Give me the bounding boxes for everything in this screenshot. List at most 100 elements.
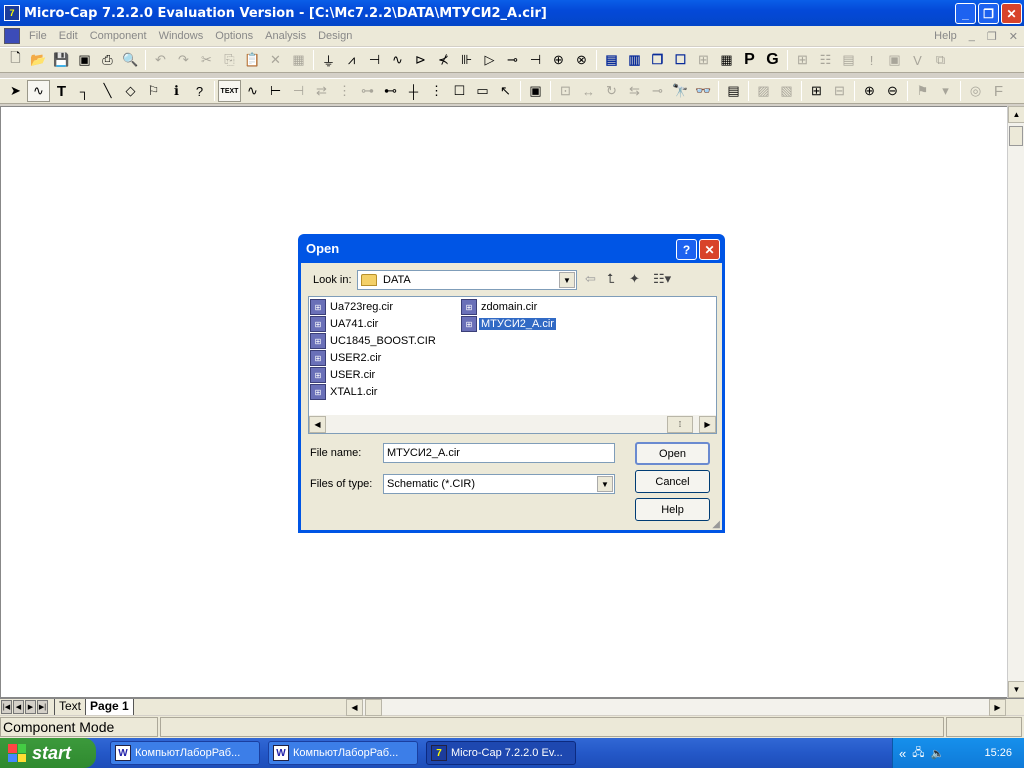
title-block-icon[interactable]: ▭ [471, 80, 494, 102]
chevron-down-icon[interactable]: ▼ [597, 476, 613, 492]
look-in-select[interactable]: DATA ▼ [357, 270, 577, 290]
box-icon[interactable]: ⊡ [554, 80, 577, 102]
open-folder-icon[interactable]: 📂 [27, 49, 50, 71]
view-menu-icon[interactable]: ☷▾ [653, 271, 671, 287]
cut-icon[interactable]: ✂ [195, 49, 218, 71]
vertical-scrollbar[interactable]: ▲ ▼ [1007, 106, 1024, 698]
last-page-button[interactable]: ▶| [37, 700, 48, 714]
up-folder-icon[interactable]: ⮤ [607, 271, 615, 287]
doc-close-button[interactable]: ✕ [1009, 30, 1018, 43]
parameters-icon[interactable]: ▤ [722, 80, 745, 102]
back-icon[interactable]: ▨ [752, 80, 775, 102]
list-item-selected[interactable]: ⊞ МТУСИ2_A.cir [461, 316, 556, 332]
scroll-right-icon[interactable]: ▶ [989, 698, 1006, 716]
list-item[interactable]: ⊞ USER.cir [310, 367, 377, 383]
network-icon[interactable]: 🖧 [912, 744, 924, 763]
taskbar-item-word-1[interactable]: W КомпьютЛаборРаб... [110, 741, 260, 765]
pin-icon[interactable]: ⊣ [524, 49, 547, 71]
find-icon[interactable]: 🔭 [669, 80, 692, 102]
front-icon[interactable]: ▧ [775, 80, 798, 102]
add-page-icon[interactable]: ⊞ [805, 80, 828, 102]
rotate-icon[interactable]: ↻ [600, 80, 623, 102]
cancel-button[interactable]: Cancel [635, 470, 710, 493]
zoom-in-icon[interactable]: ⊕ [858, 80, 881, 102]
menu-file[interactable]: File [23, 30, 53, 42]
info-tool-icon[interactable]: ℹ [165, 80, 188, 102]
save-icon[interactable]: 💾 [50, 49, 73, 71]
calculator-icon[interactable]: ▦ [715, 49, 738, 71]
border-icon[interactable]: ☐ [448, 80, 471, 102]
list-item[interactable]: ⊞ USER2.cir [310, 350, 383, 366]
new-file-icon[interactable]: 🗋 [4, 49, 27, 71]
vertical-scroll-thumb[interactable] [1009, 126, 1023, 146]
list-item[interactable]: ⊞ XTAL1.cir [310, 384, 379, 400]
menu-windows[interactable]: Windows [153, 30, 210, 42]
delete-icon[interactable]: ✕ [264, 49, 287, 71]
app-titlebar[interactable]: 7 Micro-Cap 7.2.2.0 Evaluation Version -… [0, 0, 1024, 26]
cascade-icon[interactable]: ❐ [646, 49, 669, 71]
menu-options[interactable]: Options [209, 30, 259, 42]
component-mode-icon[interactable]: ∿ [27, 80, 50, 102]
dialog-titlebar[interactable]: Open [301, 234, 722, 263]
pin-connections-icon[interactable]: ⇄ [310, 80, 333, 102]
pin-names-icon[interactable]: ⊣ [287, 80, 310, 102]
remove-page-icon[interactable]: ⊟ [828, 80, 851, 102]
list-item[interactable]: ⊞ Ua723reg.cir [310, 299, 395, 315]
horizontal-scrollbar[interactable]: ◀ ▶ [346, 698, 1006, 716]
probe-icon[interactable]: ! [860, 49, 883, 71]
resistor-icon[interactable]: ⩘ [340, 49, 363, 71]
g-button[interactable]: G [761, 49, 784, 71]
f-button[interactable]: F [987, 80, 1010, 102]
capacitor-icon[interactable]: ⊣ [363, 49, 386, 71]
file-name-field[interactable]: МТУСИ2_A.cir [383, 443, 615, 463]
pages-icon[interactable]: ⧉ [929, 49, 952, 71]
tile-vertical-icon[interactable]: ▥ [623, 49, 646, 71]
opamp-icon[interactable]: ▷ [478, 49, 501, 71]
taskbar-item-word-2[interactable]: W КомпьютЛаборРаб... [268, 741, 418, 765]
file-type-select[interactable]: Schematic (*.CIR) ▼ [383, 474, 615, 494]
cursor-tool-icon[interactable]: ↖ [494, 80, 517, 102]
binoculars-icon[interactable]: 👓 [692, 80, 715, 102]
ground-icon[interactable]: ⏚ [317, 49, 340, 71]
copy-icon[interactable]: ⎘ [218, 49, 241, 71]
taskbar-item-microcap[interactable]: 7 Micro-Cap 7.2.2.0 Ev... [426, 741, 576, 765]
menu-design[interactable]: Design [312, 30, 358, 42]
undo-icon[interactable]: ↶ [149, 49, 172, 71]
scroll-down-icon[interactable]: ▼ [1008, 681, 1024, 698]
dropdown-arrow-icon[interactable]: ▾ [934, 80, 957, 102]
tile-horizontal-icon[interactable]: ▤ [600, 49, 623, 71]
p-button[interactable]: P [738, 49, 761, 71]
scroll-left-icon[interactable]: ◀ [346, 698, 363, 716]
node-snap-icon[interactable]: ⊷ [379, 80, 402, 102]
save-all-icon[interactable]: ▣ [73, 49, 96, 71]
new-folder-icon[interactable]: ✦ [629, 271, 640, 287]
globe-icon[interactable]: ◎ [964, 80, 987, 102]
diagonal-wire-icon[interactable]: ╲ [96, 80, 119, 102]
split-icon[interactable]: ⊞ [692, 49, 715, 71]
open-button[interactable]: Open [635, 442, 710, 465]
flag-tool-icon[interactable]: ⚐ [142, 80, 165, 102]
bom-icon[interactable]: ☷ [814, 49, 837, 71]
document-icon[interactable] [4, 28, 20, 44]
menu-edit[interactable]: Edit [53, 30, 84, 42]
properties-icon[interactable]: ▣ [524, 80, 547, 102]
step-icon[interactable]: ⊸ [646, 80, 669, 102]
scroll-up-icon[interactable]: ▲ [1008, 106, 1024, 123]
picture-icon[interactable]: ▣ [883, 49, 906, 71]
volume-icon[interactable]: 🔈 [931, 747, 945, 760]
menu-component[interactable]: Component [84, 30, 153, 42]
back-arrow-icon[interactable]: ⇦ [585, 271, 596, 287]
dialog-help-button[interactable]: ? [676, 239, 697, 260]
minimize-button[interactable]: _ [955, 3, 976, 24]
menu-help[interactable]: Help [934, 30, 957, 42]
micro-cap-app-icon[interactable]: 7 [4, 5, 20, 21]
menu-analysis[interactable]: Analysis [259, 30, 312, 42]
npn-transistor-icon[interactable]: ⊀ [432, 49, 455, 71]
cross-icon[interactable]: ┼ [402, 80, 425, 102]
doc-restore-button[interactable]: ❐ [987, 30, 997, 43]
help-tool-icon[interactable]: ? [188, 80, 211, 102]
inductor-icon[interactable]: ∿ [386, 49, 409, 71]
diode-icon[interactable]: ⊳ [409, 49, 432, 71]
graphics-tool-icon[interactable]: ◇ [119, 80, 142, 102]
tab-page-1[interactable]: Page 1 [86, 699, 134, 715]
